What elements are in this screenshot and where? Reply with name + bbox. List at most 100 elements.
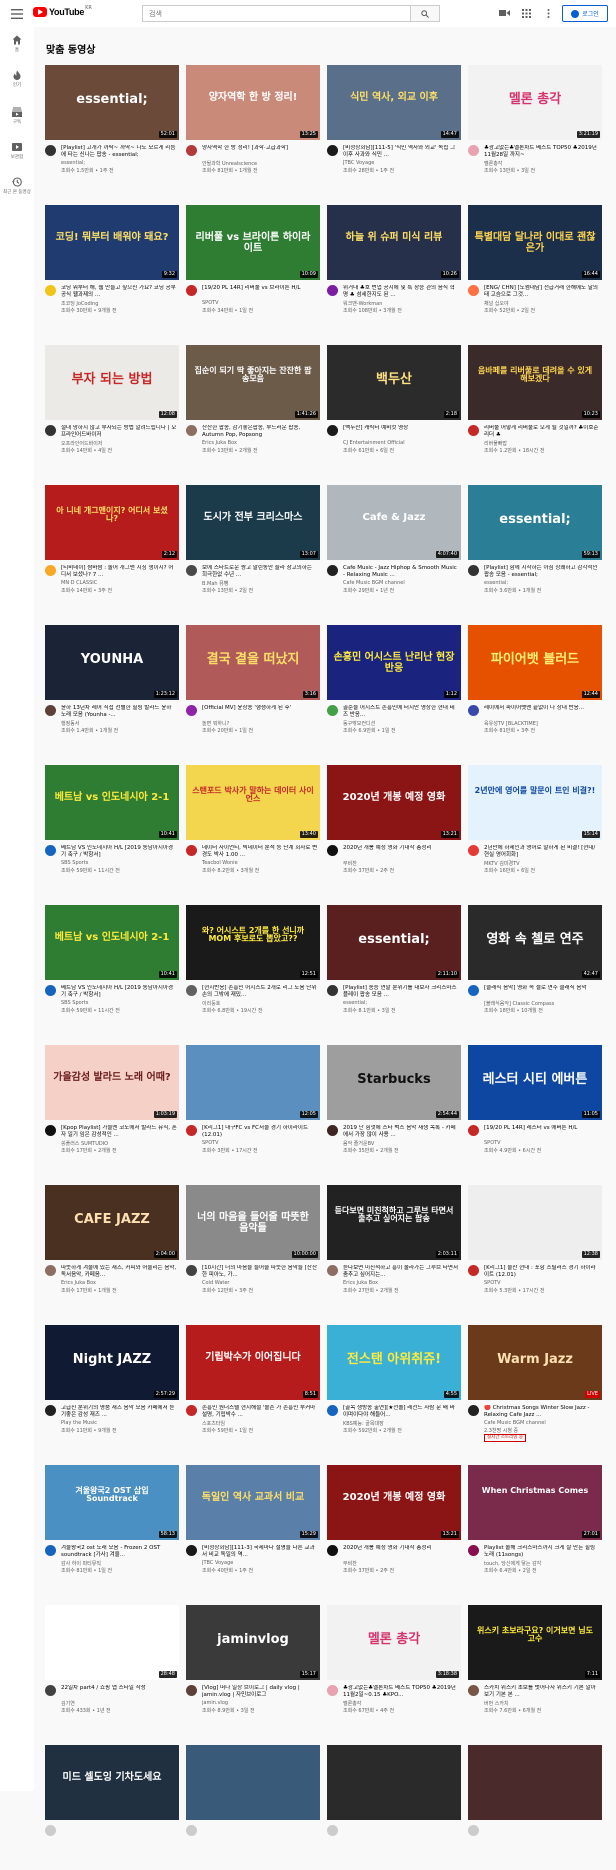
video-card[interactable]: Night JAZZ 2:57:29 고급진 분위기의 명품 재즈 음악 모음 카페… [45, 1325, 179, 1450]
channel-name[interactable]: 채널 십오야 [484, 300, 600, 307]
sidebar-item-library[interactable]: 보관함 [0, 142, 34, 160]
video-title[interactable]: [Playlist] 고개가 까딱~ 까딱~ 나도 모르게 리듬에 타는 신나는… [61, 145, 177, 159]
video-title[interactable]: 잔잔한 팝송, 감기좋은팝송, 부드러운 팝송, Autumn Pop, Pop… [202, 425, 318, 439]
video-title[interactable]: [19/20 PL 14R] 리버풀 vs 브라이튼 H/L [202, 285, 318, 299]
video-title[interactable]: 절대 망하지 않고 부자되는 방법 알려드립니다 | 오프라인어드바이저 [61, 425, 177, 439]
search-input[interactable] [142, 5, 410, 22]
video-card[interactable]: 영화 속 첼로 연주 42:47 [클래식 음악] 영화 속 첼로 연주 클래식 음… [468, 905, 602, 1030]
channel-avatar[interactable] [45, 1125, 56, 1136]
video-thumbnail[interactable]: essential; 59:13 [468, 485, 602, 560]
video-thumbnail[interactable]: 레스터 시티 에버튼 11:05 [468, 1045, 602, 1120]
video-title[interactable]: 손흥민 원더스텔 현지해설 '볼손 가 손흥민 부커마 설명, 기립박수 ... [202, 1405, 318, 1419]
video-thumbnail[interactable]: 파이어뱃 블러드 12:44 [468, 625, 602, 700]
channel-name[interactable]: SPOTV [484, 1140, 600, 1146]
channel-avatar[interactable] [327, 1825, 338, 1836]
channel-avatar[interactable] [327, 1265, 338, 1276]
video-thumbnail[interactable]: essential; 52:01 [45, 65, 179, 140]
video-card[interactable]: CAFE JAZZ 2:04:00 따뜻하게 겨울에 있는 재즈, 커피와 어울리는… [45, 1185, 179, 1310]
video-card[interactable]: 식민 역사, 외교 이후 14:47 [비정상회담][111-5] '식민 역사와 … [327, 65, 461, 190]
channel-name[interactable]: essential; [61, 160, 177, 166]
video-thumbnail[interactable] [468, 1745, 602, 1820]
video-thumbnail[interactable]: 백두산 2:18 [327, 345, 461, 420]
video-title[interactable]: [Official MV] 윤상송 '행쟁하게 된 후' [202, 705, 318, 719]
video-title[interactable]: ♣광고없는♣멜론차트 베스트 TOP50 ♣2019년11월28일 까지~ [484, 145, 600, 159]
create-video-icon[interactable] [498, 7, 510, 19]
channel-name[interactable]: Erics Juka Box [343, 1280, 459, 1286]
video-card[interactable] [186, 1745, 320, 1870]
channel-avatar[interactable] [45, 425, 56, 436]
video-card[interactable]: jaminvlog 15:17 [Vlog] 떠나 일상 브이로그 | daily … [186, 1605, 320, 1730]
channel-name[interactable]: JTBC Voyage [343, 160, 459, 166]
channel-avatar[interactable] [468, 1265, 479, 1276]
channel-name[interactable]: Play the Music [61, 1420, 177, 1426]
channel-name[interactable]: 행정동서 [61, 720, 177, 727]
video-title[interactable]: 따뜻하게 겨울에 있는 재즈, 커피와 어울리는 음악, 독서음악, 카페음..… [61, 1265, 177, 1279]
apps-grid-icon[interactable] [520, 7, 532, 19]
video-card[interactable]: 파이어뱃 블러드 12:44 레이에서 파이어뱃맨 끝없이 나 상대 반응... 육유… [468, 625, 602, 750]
channel-avatar[interactable] [468, 985, 479, 996]
video-card[interactable]: 특별대담 달나라 이대로 괜찮은가 16:44 [ENG/ CHN] [노썸대담] … [468, 205, 602, 330]
video-card[interactable]: 겨울왕국2 OST 삽입 Soundtrack 58:13 겨울왕국2 ost 노래… [45, 1465, 179, 1590]
channel-avatar[interactable] [468, 1685, 479, 1696]
channel-avatar[interactable] [45, 285, 56, 296]
channel-name[interactable]: 이리둥호 [202, 1000, 318, 1007]
channel-name[interactable]: Teacbol Wonie [202, 860, 318, 866]
video-thumbnail[interactable]: 듣다보면 미친척하고 그루브 타면서 출추고 싶어지는 팝송 2:03:11 [327, 1185, 461, 1260]
channel-name[interactable]: 워크맨-Workman [343, 300, 459, 307]
channel-avatar[interactable] [468, 705, 479, 716]
channel-avatar[interactable] [186, 705, 197, 716]
channel-name[interactable]: 스포츠타임 [202, 1420, 318, 1427]
video-card[interactable]: When Christmas Comes 27:01 Playlist 올해 크리스… [468, 1465, 602, 1590]
video-title[interactable]: [Kpop Playlist] 가을엔 코노에서 발라드 뮤직, 혼자 일기 임… [61, 1125, 177, 1139]
channel-name[interactable]: Erics Juka Box [202, 440, 318, 446]
sidebar-item-history[interactable]: 최근 본 동영상 [0, 177, 34, 195]
video-thumbnail[interactable]: Night JAZZ 2:57:29 [45, 1325, 179, 1400]
channel-name[interactable]: touch, 당신에게 닿는 감각 [484, 1560, 600, 1567]
video-thumbnail[interactable]: 베트남 vs 인도네시아 2-1 10:41 [45, 905, 179, 980]
video-thumbnail[interactable]: 음바페를 리버풀로 데려올 수 있게 해보겠다 10:23 [468, 345, 602, 420]
channel-avatar[interactable] [45, 145, 56, 156]
channel-name[interactable]: 음악 즐거운BV [343, 1140, 459, 1147]
video-thumbnail[interactable]: 식민 역사, 외교 이후 14:47 [327, 65, 461, 140]
video-title[interactable]: Playlist 올해 크리스마스까지 크게 살 만든 힐링 노래 (11son… [484, 1545, 600, 1559]
channel-name[interactable]: 무비찬 [343, 860, 459, 867]
video-title[interactable]: 데이터 사이언티, 빅데이터 분석 등 단계 회사로 변경도 박사 1.00 .… [202, 845, 318, 859]
video-thumbnail[interactable]: 손흥민 어시스트 난리난 현장 반응 1:12 [327, 625, 461, 700]
video-card[interactable]: 리버풀 vs 브라이튼 하이라이트 10:09 [19/20 PL 14R] 리버풀… [186, 205, 320, 330]
sidebar-item-trending[interactable]: 인기 [0, 70, 34, 88]
video-card[interactable]: 2020년 개봉 예정 영화 13:21 2020년 개봉 예정 영화 기대작 총정… [327, 1465, 461, 1590]
video-card[interactable]: 12:05 [K리그1] 대구FC vs FC서울 경기 하이라이트 (12.01… [186, 1045, 320, 1170]
video-title[interactable]: [ENG/ CHN] [노썸대담] 전급거래 한해에도 달의 태 고슴으로 그것… [484, 285, 600, 299]
video-title[interactable]: 위거대 ♣호 번업 공지에 및 특 장승 관의 음식 혁명 ♣ 섬세한지도 된 … [343, 285, 459, 299]
video-card[interactable]: 2020년 개봉 예정 영화 13:21 2020년 개봉 예정 영화 기대작 총정… [327, 765, 461, 890]
video-thumbnail[interactable]: 위스키 초보라구요? 이거보면 님도 고수 7:11 [468, 1605, 602, 1680]
video-thumbnail[interactable]: When Christmas Comes 27:01 [468, 1465, 602, 1540]
channel-name[interactable]: 버번 스카치 [484, 1700, 600, 1707]
more-vertical-icon[interactable] [542, 7, 554, 19]
channel-avatar[interactable] [186, 425, 197, 436]
channel-avatar[interactable] [45, 1685, 56, 1696]
video-card[interactable]: Warm Jazz LIVE 🔴 Christmas Songs Winter Sl… [468, 1325, 602, 1450]
video-card[interactable]: 가을감성 발라드 노래 어때? 1:03:19 [Kpop Playlist] 가을… [45, 1045, 179, 1170]
channel-name[interactable]: [블래식음악] Classic Compass [484, 1000, 600, 1007]
channel-avatar[interactable] [327, 285, 338, 296]
video-thumbnail[interactable]: 부자 되는 방법 12:08 [45, 345, 179, 420]
video-title[interactable]: [19/20 PL 14R] 레스터 vs 에버튼 H/L [484, 1125, 600, 1139]
channel-avatar[interactable] [45, 705, 56, 716]
channel-avatar[interactable] [327, 1405, 338, 1416]
video-thumbnail[interactable]: 12:05 [186, 1045, 320, 1120]
video-title[interactable]: [K리그1] 울산 현대 : 포항 스틸러스 경기 하이라이트 (12.01) [484, 1265, 600, 1279]
video-card[interactable]: 양자역학 한 방 정리! 13:25 양자역학 한 방 정리! [과학·고급과학] 안… [186, 65, 320, 190]
search-button[interactable] [410, 5, 440, 22]
video-title[interactable]: 베트남 VS 인도네시아 H/L [2019 동남아시아경기 축구 / 박항서] [61, 845, 177, 859]
video-title[interactable]: 레이에서 파이어뱃맨 끝없이 나 상대 반응... [484, 705, 600, 719]
channel-avatar[interactable] [186, 565, 197, 576]
video-card[interactable]: 위스키 초보라구요? 이거보면 님도 고수 7:11 스카치 위스키 초보를 벗어나… [468, 1605, 602, 1730]
video-card[interactable]: 2년만에 영어를 말문이 트인 비결?! 15:14 2년만에 하세인과 영어로 말… [468, 765, 602, 890]
channel-name[interactable]: 쏭플러스 SUMTUDIO [61, 1140, 177, 1147]
channel-avatar[interactable] [45, 565, 56, 576]
video-thumbnail[interactable]: 베트남 vs 인도네시아 2-1 10:41 [45, 765, 179, 840]
channel-avatar[interactable] [45, 1545, 56, 1556]
sidebar-item-home[interactable]: 홈 [0, 35, 34, 53]
video-thumbnail[interactable]: 영화 속 첼로 연주 42:47 [468, 905, 602, 980]
